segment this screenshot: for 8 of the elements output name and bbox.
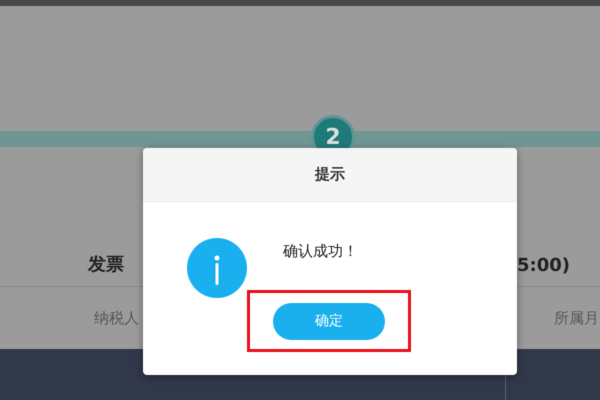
confirm-button[interactable]: 确定	[273, 302, 385, 340]
page-title: 5:00)	[517, 255, 570, 276]
column-header: 纳税人	[94, 308, 139, 328]
column-header: 所属月	[554, 308, 599, 328]
info-icon	[187, 238, 247, 298]
dialog-title: 提示	[315, 165, 345, 184]
page-title: 发票	[88, 253, 124, 276]
dialog-message: 确认成功！	[283, 242, 358, 261]
